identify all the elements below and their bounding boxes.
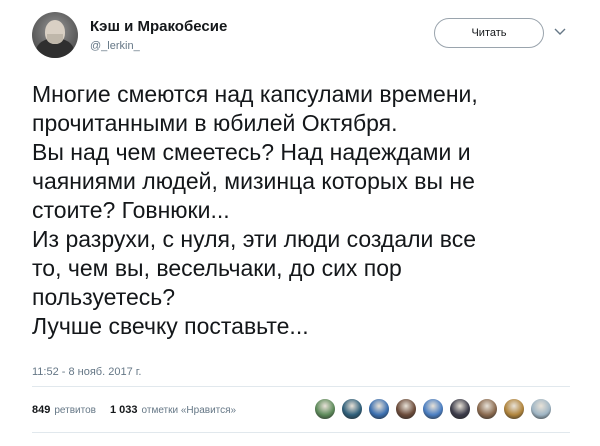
liker-avatar[interactable] xyxy=(449,398,471,420)
follow-button[interactable]: Читать xyxy=(434,18,544,48)
liker-avatar[interactable] xyxy=(395,398,417,420)
retweets-count: 849 xyxy=(32,404,51,416)
retweets-label: ретвитов xyxy=(54,405,96,416)
divider xyxy=(32,386,570,387)
liker-avatar[interactable] xyxy=(422,398,444,420)
chevron-down-icon[interactable] xyxy=(553,24,567,38)
tweet: Кэш и Мракобесие @_lerkin_ Читать Многие… xyxy=(0,0,600,446)
tweet-text-line: пользуетесь? xyxy=(32,284,176,310)
liker-avatar[interactable] xyxy=(341,398,363,420)
likes-stat[interactable]: 1 033 отметки «Нравится» xyxy=(110,404,236,416)
display-name[interactable]: Кэш и Мракобесие xyxy=(90,18,227,36)
tweet-timestamp[interactable]: 11:52 - 8 нояб. 2017 г. xyxy=(32,366,141,378)
liker-avatar[interactable] xyxy=(476,398,498,420)
likes-count: 1 033 xyxy=(109,404,138,416)
liker-avatars xyxy=(314,398,557,422)
tweet-text: Многие смеются над капсулами времени, пр… xyxy=(32,80,577,341)
likes-label: отметки «Нравится» xyxy=(141,405,237,416)
tweet-text-line: Вы над чем смеетесь? Над надеждами и xyxy=(32,139,471,165)
liker-avatar[interactable] xyxy=(530,398,552,420)
retweets-stat[interactable]: 849 ретвитов xyxy=(32,404,96,416)
tweet-text-line: прочитанными в юбилей Октября. xyxy=(32,110,398,136)
tweet-text-line: Из разрухи, с нуля, эти люди создали все xyxy=(32,226,477,252)
tweet-text-line: Многие смеются над капсулами времени, xyxy=(32,81,478,107)
user-handle[interactable]: @_lerkin_ xyxy=(90,38,227,54)
author-info[interactable]: Кэш и Мракобесие @_lerkin_ xyxy=(90,18,227,54)
liker-avatar[interactable] xyxy=(314,398,336,420)
tweet-text-line: стоите? Говнюки... xyxy=(32,197,230,223)
tweet-text-line: Лучше свечку поставьте... xyxy=(32,313,309,339)
divider xyxy=(32,432,570,433)
liker-avatar[interactable] xyxy=(368,398,390,420)
tweet-text-line: чаяниями людей, мизинца которых вы не xyxy=(32,168,475,194)
liker-avatar[interactable] xyxy=(503,398,525,420)
tweet-stats: 849 ретвитов 1 033 отметки «Нравится» xyxy=(32,396,250,424)
avatar[interactable] xyxy=(32,12,78,58)
tweet-text-line: то, чем вы, весельчаки, до сих пор xyxy=(32,255,402,281)
